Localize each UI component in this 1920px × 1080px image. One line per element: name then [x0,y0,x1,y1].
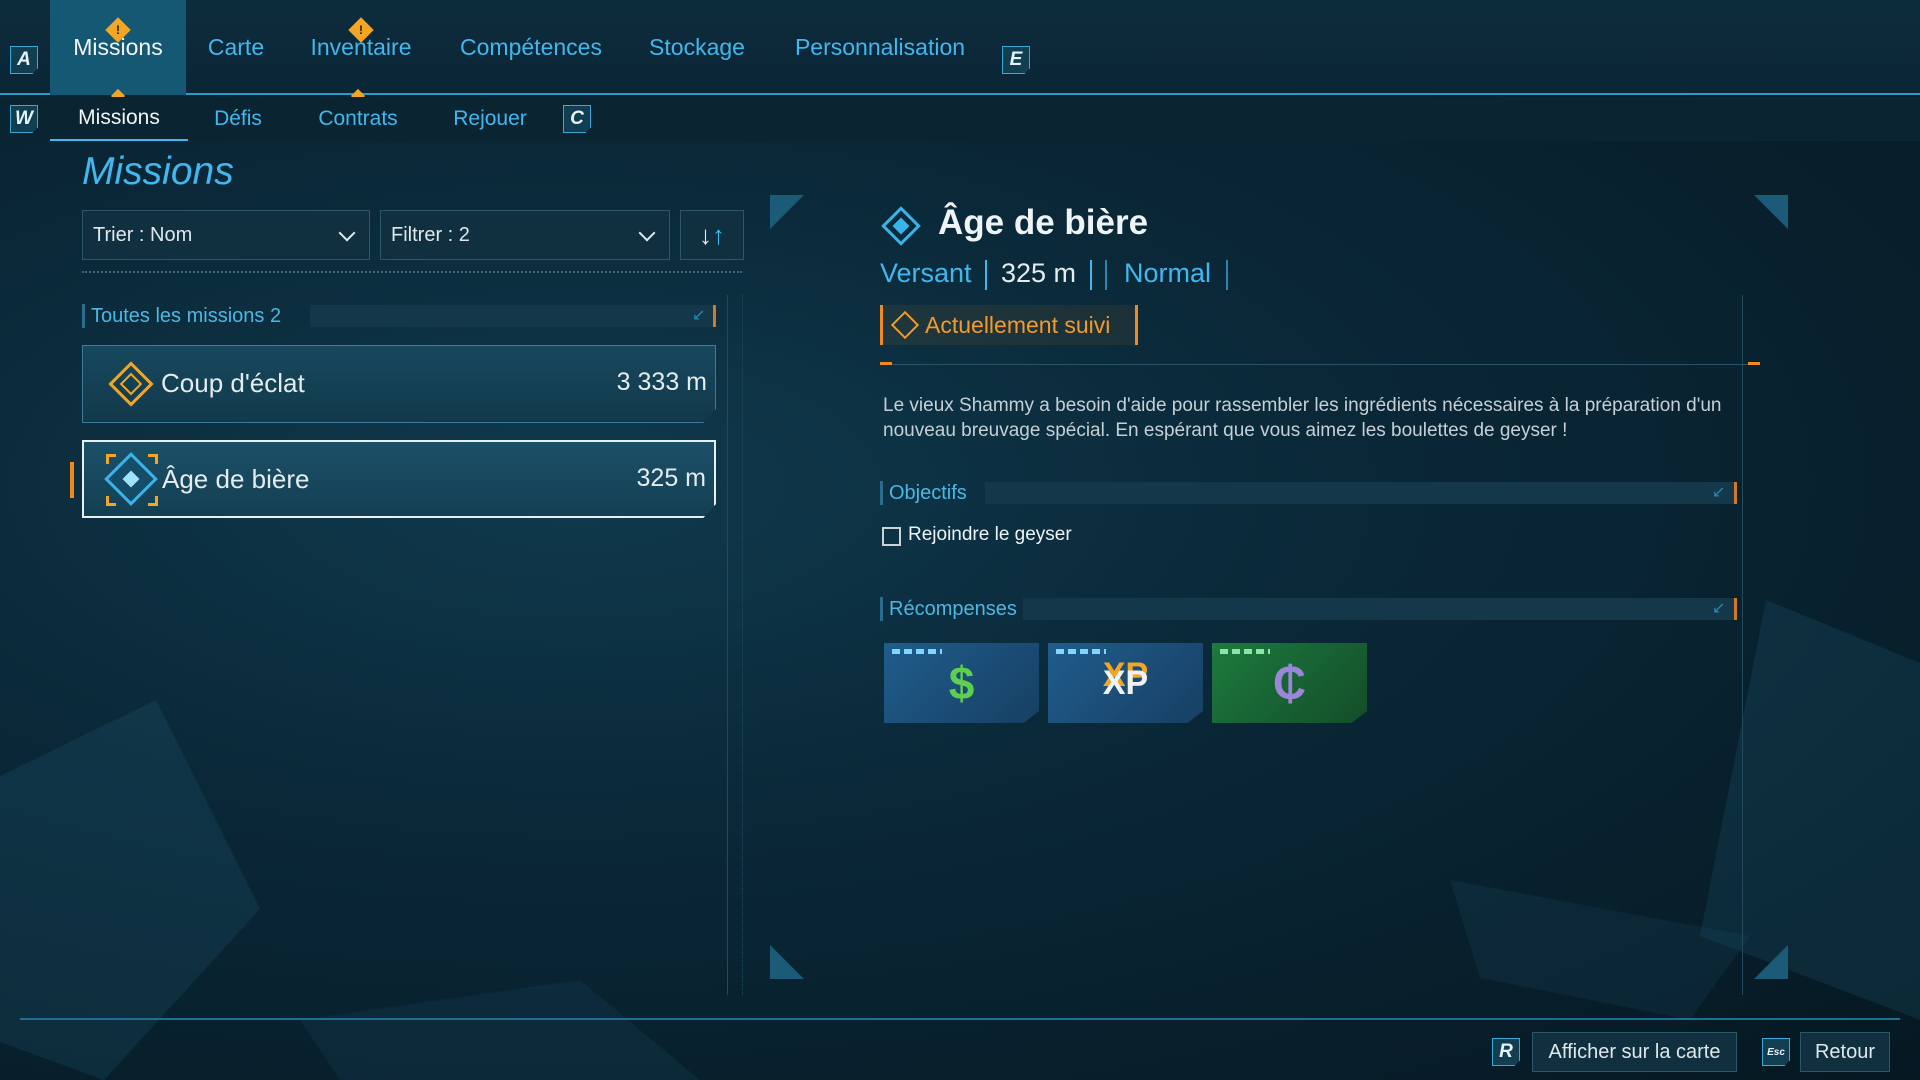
chevron-down-icon [638,224,656,242]
tab-label: Stockage [649,34,745,60]
tab-stockage[interactable]: Stockage [636,0,758,95]
subtab-defis[interactable]: Défis [206,97,270,141]
reward-xp[interactable]: XP [1048,643,1203,723]
reward-stripe [892,649,942,654]
sort-dropdown[interactable]: Trier : Nom [82,210,370,260]
corner-arrow-icon: ↙ [1712,600,1726,617]
chevron-down-icon [338,224,356,242]
panel-divider [742,295,743,995]
separator [1090,260,1092,290]
tab-inventaire[interactable]: Inventaire [298,0,424,95]
reward-stripe [1220,649,1270,654]
xp-icon: XP [1102,663,1149,702]
mission-distance: 3 333 m [616,368,707,396]
mission-name: Coup d'éclat [161,368,305,398]
objective-checkbox[interactable] [882,527,901,546]
tracking-icon [890,310,920,340]
back-key[interactable]: Esc [1762,1038,1790,1066]
tab-label: Personnalisation [794,34,966,60]
prev-tab-key[interactable]: A [10,46,38,74]
corner-deco [770,945,804,979]
next-tab-key[interactable]: E [1002,46,1030,74]
panel-divider [727,295,728,995]
divider-tick [1748,362,1760,365]
next-subtab-key[interactable]: C [563,105,591,133]
bg-shard [300,980,700,1080]
tab-label: Compétences [460,34,602,60]
separator [1226,260,1228,290]
objectives-header: Objectifs [880,481,967,505]
separator [1105,260,1107,290]
prev-subtab-key[interactable]: W [10,105,38,133]
currency-icon: ₵ [1272,657,1307,709]
subtab-missions[interactable]: Missions [50,97,188,141]
divider-tick [880,362,892,365]
reward-money[interactable]: $ [884,643,1039,723]
page-title: Missions [82,150,234,193]
bracket-icon [148,496,158,506]
reward-currency[interactable]: ₵ [1212,643,1367,723]
corner-deco [770,195,804,229]
show-on-map-button[interactable]: Afficher sur la carte [1532,1032,1737,1072]
objective-label: Rejoindre le geyser [908,524,1072,545]
top-navigation: A Missions ! Carte Inventaire ! Compéten… [0,0,1920,104]
mission-title: Âge de bière [938,203,1149,242]
list-header: Toutes les missions 2 [82,304,281,328]
filter-dropdown[interactable]: Filtrer : 2 [380,210,670,260]
mission-distance-detail: 325 m [1001,258,1077,288]
mission-description: Le vieux Shammy a besoin d'aide pour ras… [883,395,1722,441]
tracked-label: Actuellement suivi [925,311,1111,338]
section-bar [310,305,716,327]
subtab-rejouer[interactable]: Rejouer [450,97,530,141]
corner-arrow-icon: ↙ [692,307,706,324]
subtab-contrats[interactable]: Contrats [312,97,404,141]
money-icon: $ [948,657,975,709]
back-button[interactable]: Retour [1800,1032,1890,1072]
mission-name: Âge de bière [162,464,310,494]
sort-order-button[interactable]: ↓ ↑ [680,210,744,260]
arrow-down-icon: ↓ [699,219,712,250]
rewards-header: Récompenses [880,597,1017,621]
mission-item[interactable]: Coup d'éclat 3 333 m [82,345,716,423]
sub-navigation: W Missions Défis Contrats Rejouer C [0,97,1920,141]
separator [985,260,987,290]
tracked-badge: Actuellement suivi [880,305,1138,345]
corner-deco [1754,195,1788,229]
bg-shard [0,700,260,1080]
section-bar [985,482,1737,504]
bracket-icon [106,496,116,506]
arrow-up-icon: ↑ [712,219,725,250]
tab-personnalisation[interactable]: Personnalisation [782,0,978,95]
mission-item-selected[interactable]: Âge de bière 325 m [82,440,716,518]
mission-distance: 325 m [636,464,706,492]
mission-difficulty: Normal [1124,258,1212,288]
sort-label: Trier : Nom [93,223,193,246]
selection-marker [70,462,74,498]
tab-carte[interactable]: Carte [196,0,276,95]
tab-competences[interactable]: Compétences [448,0,614,95]
corner-arrow-icon: ↙ [1712,484,1726,501]
tab-missions[interactable]: Missions [50,0,186,95]
filter-label: Filtrer : 2 [391,223,470,246]
bg-shard [1450,880,1750,1020]
divider [880,364,1760,365]
footer-line [20,1018,1900,1020]
tab-label: Carte [207,34,265,60]
bracket-icon [106,454,116,464]
bracket-icon [148,454,158,464]
reward-stripe [1056,649,1106,654]
mission-region: Versant [880,258,972,288]
show-map-key[interactable]: R [1492,1038,1520,1066]
section-bar [1023,598,1737,620]
divider [82,271,742,273]
